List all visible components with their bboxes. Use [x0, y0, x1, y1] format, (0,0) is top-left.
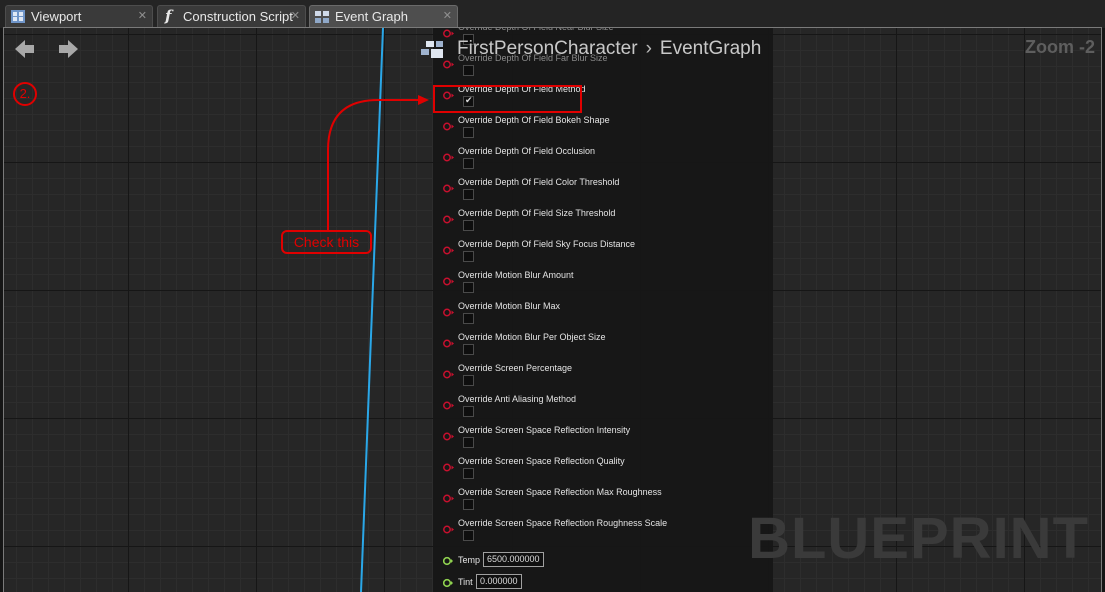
callout-arrow	[327, 95, 429, 230]
arrowhead-icon	[418, 95, 429, 105]
blueprint-watermark: BLUEPRINT	[748, 506, 1089, 571]
callout-label: Check this	[281, 230, 372, 254]
